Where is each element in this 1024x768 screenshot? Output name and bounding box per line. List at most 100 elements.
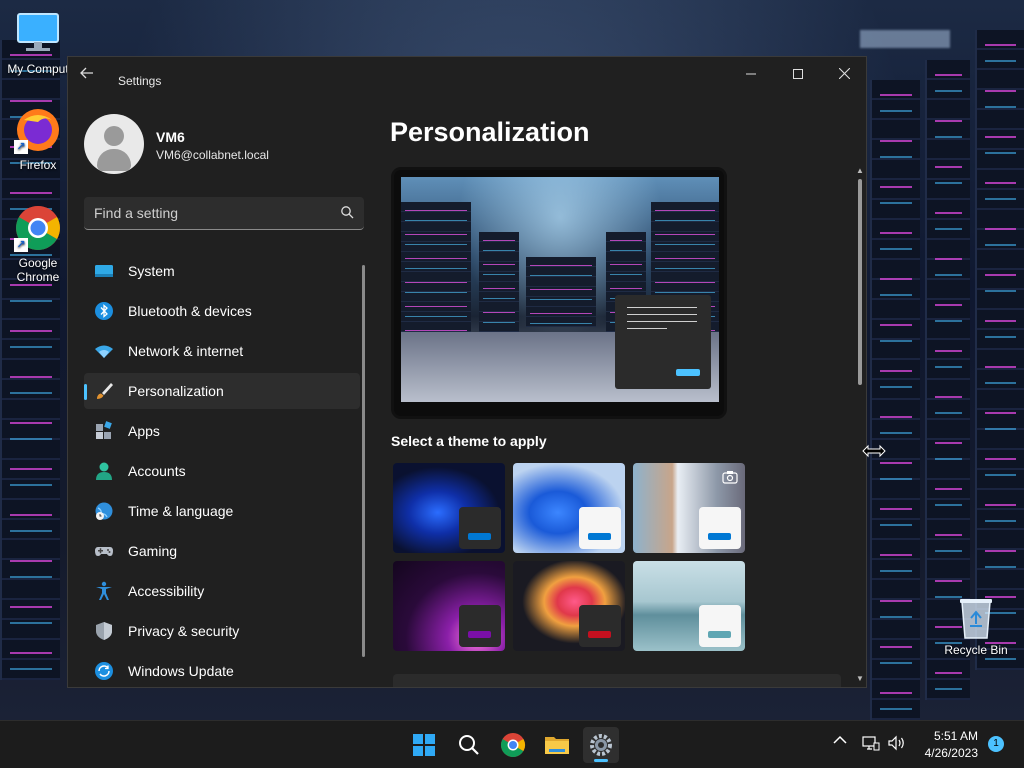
start-button[interactable] — [406, 727, 442, 763]
server-rack — [870, 80, 920, 720]
monitor-icon — [14, 10, 62, 58]
theme-mini-window — [579, 605, 621, 647]
nav-item-label: System — [128, 263, 175, 279]
shortcut-arrow-icon: ↗ — [14, 140, 28, 154]
theme-accent-bar — [468, 533, 491, 540]
nav-item-label: Accounts — [128, 463, 186, 479]
nav-item-privacy[interactable]: Privacy & security — [84, 613, 360, 649]
themes-section-label: Select a theme to apply — [391, 433, 547, 449]
nav-item-bluetooth[interactable]: Bluetooth & devices — [84, 293, 360, 329]
maximize-button[interactable] — [775, 63, 821, 85]
nav-item-label: Accessibility — [128, 583, 205, 599]
nav-item-network[interactable]: Network & internet — [84, 333, 360, 369]
ceiling-light — [860, 30, 950, 48]
preview-rack — [526, 257, 596, 327]
back-button[interactable] — [80, 67, 102, 83]
gamepad-icon — [95, 547, 113, 556]
preview-dialog — [615, 295, 711, 389]
preview-dialog-line — [627, 307, 697, 308]
theme-mini-window — [579, 507, 621, 549]
clock-time[interactable]: 5:51 AM — [918, 729, 978, 743]
scroll-up-arrow-icon[interactable]: ▲ — [856, 167, 864, 175]
scroll-down-arrow-icon[interactable]: ▼ — [856, 675, 864, 683]
theme-windows-dark[interactable] — [393, 463, 505, 553]
show-hidden-icons-button[interactable] — [832, 734, 848, 750]
network-icon[interactable] — [862, 735, 880, 751]
accessibility-icon — [96, 581, 112, 600]
close-button[interactable] — [821, 63, 866, 85]
chrome-icon — [500, 733, 526, 758]
accounts-icon — [96, 462, 112, 480]
nav-item-system[interactable]: System — [84, 253, 360, 289]
shortcut-arrow-icon: ↗ — [14, 238, 28, 252]
preview-dialog-button — [676, 369, 700, 376]
preview-rack — [401, 202, 471, 352]
nav-item-apps[interactable]: Apps — [84, 413, 360, 449]
firefox-icon: ↗ — [14, 106, 62, 154]
theme-mini-window — [699, 507, 741, 549]
volume-icon[interactable] — [887, 735, 907, 751]
theme-accent-bar — [588, 533, 611, 540]
nav-item-label: Time & language — [128, 503, 234, 519]
update-icon — [95, 662, 113, 680]
next-settings-card[interactable] — [393, 674, 841, 687]
taskbar-settings-button[interactable] — [583, 727, 619, 763]
taskbar-chrome-button[interactable] — [495, 727, 531, 763]
globe-clock-icon — [95, 502, 113, 520]
preview-dialog-line — [627, 321, 697, 322]
nav-item-accessibility[interactable]: Accessibility — [84, 573, 360, 609]
user-email: VM6@collabnet.local — [156, 148, 269, 162]
system-icon — [95, 265, 113, 277]
preview-rack — [479, 232, 519, 342]
title-bar[interactable]: Settings — [68, 57, 866, 91]
nav-item-accounts[interactable]: Accounts — [84, 453, 360, 489]
camera-icon — [722, 471, 738, 484]
desktop-icon-label: Google Chrome — [16, 256, 60, 284]
nav-item-label: Personalization — [128, 383, 224, 399]
nav-item-label: Gaming — [128, 543, 178, 559]
nav-item-personalization[interactable]: Personalization — [84, 373, 360, 409]
preview-dialog-line — [627, 314, 697, 315]
page-title: Personalization — [390, 117, 590, 147]
theme-sunrise[interactable] — [513, 561, 625, 651]
theme-accent-bar — [468, 631, 491, 638]
nav-item-label: Bluetooth & devices — [128, 303, 252, 319]
desktop-icon-label: My Comput — [7, 62, 69, 76]
taskbar-search-button[interactable] — [451, 727, 487, 763]
notification-badge[interactable]: 1 — [988, 736, 1004, 752]
resize-cursor-icon — [862, 444, 886, 458]
search-icon — [459, 735, 479, 755]
desktop-icon-label: Firefox — [19, 158, 57, 172]
theme-mini-window — [699, 605, 741, 647]
search-icon[interactable] — [340, 205, 354, 219]
clock-date[interactable]: 4/26/2023 — [918, 746, 978, 760]
file-explorer-icon — [545, 737, 569, 754]
nav-item-label: Windows Update — [128, 663, 234, 679]
search-input[interactable] — [84, 197, 334, 228]
nav-item-time-language[interactable]: Time & language — [84, 493, 360, 529]
minimize-icon — [746, 73, 756, 75]
minimize-button[interactable] — [728, 63, 774, 85]
content-scrollbar-thumb[interactable] — [858, 179, 862, 385]
theme-windows-light[interactable] — [513, 463, 625, 553]
nav-item-label: Privacy & security — [128, 623, 240, 639]
settings-search[interactable] — [84, 197, 364, 230]
theme-glow[interactable] — [393, 561, 505, 651]
nav-item-gaming[interactable]: Gaming — [84, 533, 360, 569]
nav-item-windows-update[interactable]: Windows Update — [84, 653, 360, 687]
bluetooth-icon — [95, 302, 113, 320]
taskbar-file-explorer-button[interactable] — [539, 727, 575, 763]
theme-captured-motion[interactable] — [633, 463, 745, 553]
desktop-icon-recycle-bin[interactable]: Recycle Bin — [940, 596, 1012, 657]
settings-icon — [590, 734, 612, 756]
back-arrow-icon — [80, 67, 93, 79]
preview-wallpaper — [401, 177, 719, 402]
avatar[interactable] — [84, 114, 144, 174]
desktop-icon-firefox[interactable]: ↗ Firefox — [0, 106, 76, 172]
settings-nav: System Bluetooth & devices Network & int… — [84, 253, 360, 687]
theme-flow[interactable] — [633, 561, 745, 651]
desktop-icon-chrome[interactable]: ↗ Google Chrome — [0, 204, 76, 284]
brush-icon — [97, 383, 113, 399]
desktop-icon-my-computer[interactable]: My Comput — [0, 10, 76, 76]
nav-scrollbar[interactable] — [362, 265, 365, 657]
